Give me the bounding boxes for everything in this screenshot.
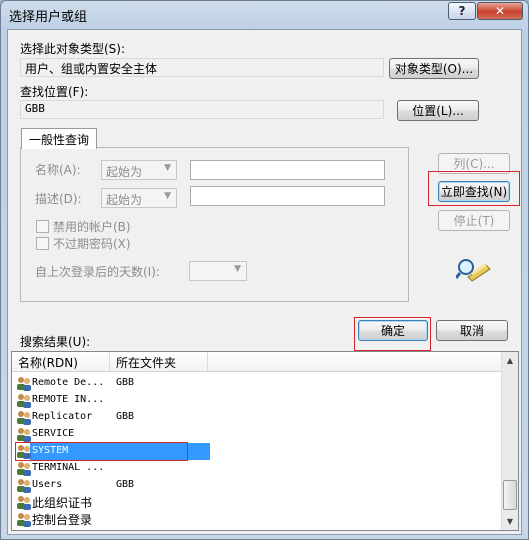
non-expiring-password-checkbox[interactable] xyxy=(36,237,49,250)
user-group-icon xyxy=(17,479,31,493)
cancel-button-label: 取消 xyxy=(459,324,484,338)
close-icon: ✕ xyxy=(494,4,506,18)
help-button[interactable]: ? xyxy=(448,2,476,20)
stop-button[interactable]: 停止(T) xyxy=(438,210,510,231)
object-types-button[interactable]: 对象类型(O)... xyxy=(389,58,479,79)
column-header-folder[interactable]: 所在文件夹 xyxy=(110,352,208,372)
search-results-list[interactable]: 名称(RDN) 所在文件夹 Remote De... GBB REMOTE IN… xyxy=(11,351,519,531)
object-type-label: 选择此对象类型(S): xyxy=(20,42,126,56)
description-input[interactable] xyxy=(190,186,385,206)
location-field: GBB xyxy=(20,100,384,119)
system-row-highlight xyxy=(15,442,188,461)
list-item-name: REMOTE IN... xyxy=(32,394,105,405)
help-icon: ? xyxy=(458,4,466,18)
columns-button-label: 列(C)... xyxy=(453,157,495,171)
list-item-name: 控制台登录 xyxy=(32,513,93,527)
list-item-name: Remote De... xyxy=(32,377,105,388)
user-group-icon xyxy=(17,411,31,425)
list-item-folder: GBB xyxy=(116,377,135,388)
description-label: 描述(D): xyxy=(35,192,82,206)
find-now-highlight xyxy=(428,171,520,206)
list-item-name: Replicator xyxy=(32,411,93,422)
name-label: 名称(A): xyxy=(35,163,81,177)
days-since-logon-label: 自上次登录后的天数(I): xyxy=(35,265,160,279)
user-group-icon xyxy=(17,377,31,391)
location-label: 查找位置(F): xyxy=(20,85,89,99)
scroll-down-icon[interactable]: ▼ xyxy=(502,513,518,530)
tab-common-queries-label: 一般性查询 xyxy=(28,132,89,147)
list-item-name: TERMINAL ... xyxy=(32,462,105,473)
list-item[interactable]: Users GBB xyxy=(12,477,502,494)
locations-button[interactable]: 位置(L)... xyxy=(397,100,479,121)
object-type-field: 用户、组或内置安全主体 xyxy=(20,58,384,77)
description-mode-select[interactable]: 起始为 ▼ xyxy=(101,188,177,208)
list-item[interactable]: 此组织证书 xyxy=(12,494,502,511)
non-expiring-password-label: 不过期密码(X) xyxy=(53,237,131,251)
scrollbar-thumb[interactable] xyxy=(503,480,517,510)
chevron-down-icon: ▼ xyxy=(164,191,171,201)
list-item-name: SERVICE xyxy=(32,428,75,439)
scroll-up-icon[interactable]: ▲ xyxy=(502,352,518,369)
dialog-title: 选择用户或组 xyxy=(9,10,88,25)
user-group-icon xyxy=(17,394,31,408)
description-mode-value: 起始为 xyxy=(106,193,143,207)
tab-common-queries[interactable]: 一般性查询 xyxy=(21,128,97,149)
user-group-icon xyxy=(17,428,31,442)
list-item-name: Users xyxy=(32,479,63,490)
list-item-folder: GBB xyxy=(116,411,135,422)
user-group-icon xyxy=(17,513,31,527)
list-item[interactable]: Remote De... GBB xyxy=(12,375,502,392)
days-since-logon-select[interactable]: ▼ xyxy=(189,261,247,281)
ok-button-highlight xyxy=(354,317,431,351)
stop-button-label: 停止(T) xyxy=(453,214,495,228)
column-header-filler xyxy=(208,352,502,372)
chevron-down-icon: ▼ xyxy=(164,163,171,173)
user-group-icon xyxy=(17,462,31,476)
list-item-folder: GBB xyxy=(116,479,135,490)
list-item[interactable]: TERMINAL ... xyxy=(12,460,502,477)
dialog-body: 选择此对象类型(S): 用户、组或内置安全主体 对象类型(O)... 查找位置(… xyxy=(7,29,522,535)
locations-button-label: 位置(L)... xyxy=(412,104,464,118)
disabled-accounts-checkbox[interactable] xyxy=(36,220,49,233)
list-item[interactable]: REMOTE IN... xyxy=(12,392,502,409)
disabled-accounts-label: 禁用的帐户(B) xyxy=(53,220,131,234)
object-types-button-label: 对象类型(O)... xyxy=(394,62,474,76)
dialog-window: 选择用户或组 ? ✕ 选择此对象类型(S): 用户、组或内置安全主体 对象类型(… xyxy=(0,0,529,540)
column-header-name[interactable]: 名称(RDN) xyxy=(12,352,110,372)
name-input[interactable] xyxy=(190,160,385,180)
chevron-down-icon: ▼ xyxy=(234,264,241,274)
cancel-button[interactable]: 取消 xyxy=(436,320,508,341)
vertical-scrollbar[interactable]: ▲ ▼ xyxy=(501,352,518,530)
magnifier-icon xyxy=(456,259,491,282)
name-mode-select[interactable]: 起始为 ▼ xyxy=(101,160,177,180)
close-button[interactable]: ✕ xyxy=(477,2,523,20)
search-results-label: 搜索结果(U): xyxy=(20,335,91,349)
list-item[interactable]: SERVICE xyxy=(12,426,502,443)
list-item[interactable]: 控制台登录 xyxy=(12,511,502,528)
title-bar[interactable]: 选择用户或组 ? ✕ xyxy=(1,1,528,29)
list-item[interactable]: Replicator GBB xyxy=(12,409,502,426)
user-group-icon xyxy=(17,496,31,510)
list-item-selected[interactable]: SYSTEM xyxy=(12,442,502,461)
name-mode-value: 起始为 xyxy=(106,165,143,179)
list-item-name: 此组织证书 xyxy=(32,496,93,510)
